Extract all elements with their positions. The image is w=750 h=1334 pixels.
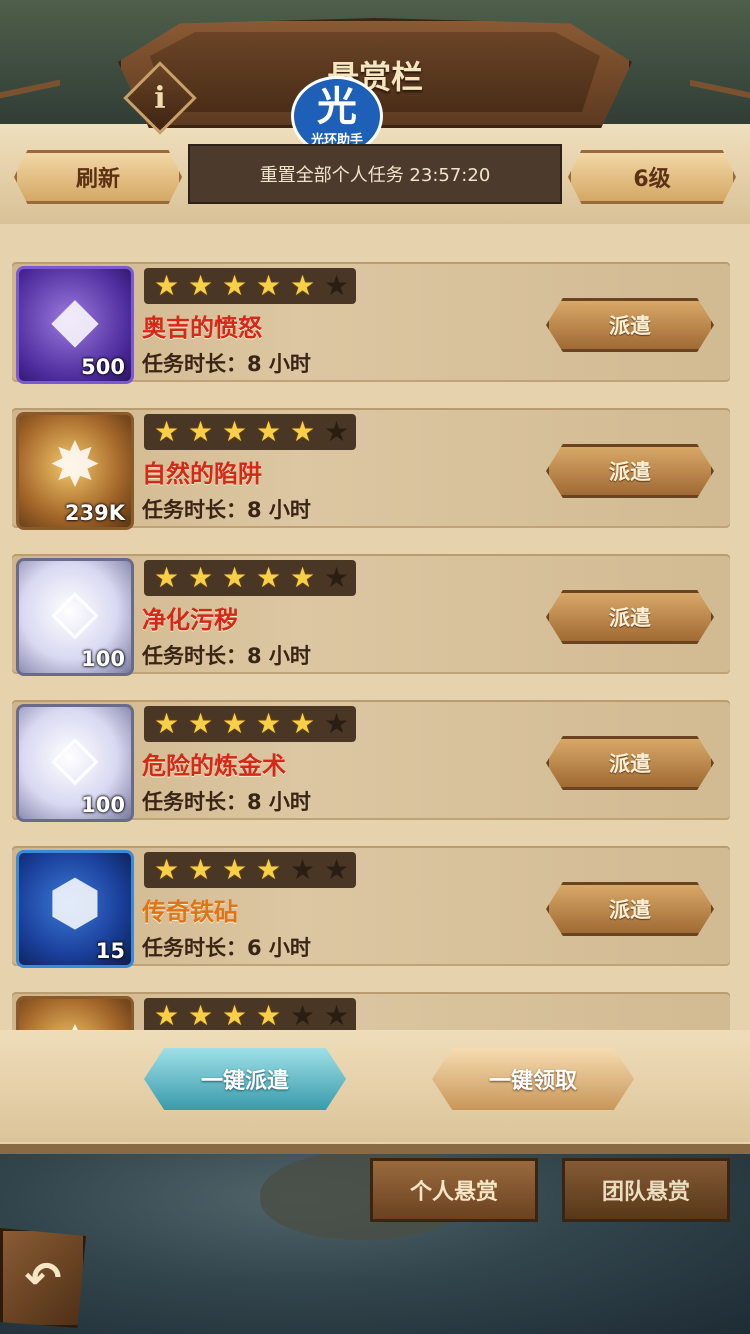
diamond-icon[interactable]: ◇ 100 [16, 558, 134, 676]
back-button[interactable]: ↶ [0, 1228, 86, 1328]
star-rating: ★ ★ ★ ★ ★ ★ [144, 852, 356, 888]
star-rating: ★ ★ ★ ★ ★ ★ [144, 706, 356, 742]
task-row: ⬢ 15 ★ ★ ★ ★ ★ ★ 传奇铁砧 任务时长：6 小时 派遣 [12, 846, 730, 968]
star-filled-icon: ★ [187, 269, 214, 302]
star-empty-icon: ★ [289, 853, 316, 886]
star-filled-icon: ★ [153, 561, 180, 594]
task-duration: 任务时长：8 小时 [142, 644, 311, 668]
star-filled-icon: ★ [187, 415, 214, 448]
reward-glyph: ◇ [51, 574, 99, 647]
star-filled-icon: ★ [187, 707, 214, 740]
gold-coin-icon[interactable]: ✸ [16, 996, 134, 1030]
star-empty-icon: ★ [323, 269, 350, 302]
star-empty-icon: ★ [289, 999, 316, 1031]
star-filled-icon: ★ [255, 999, 282, 1031]
star-filled-icon: ★ [153, 999, 180, 1031]
star-filled-icon: ★ [221, 561, 248, 594]
task-row: ✸★★★★★★ [12, 992, 730, 1030]
reward-quantity: 15 [95, 939, 125, 963]
star-empty-icon: ★ [323, 415, 350, 448]
page-title: 悬赏栏 [326, 58, 423, 96]
star-empty-icon: ★ [323, 853, 350, 886]
task-row: ✸ 239K ★ ★ ★ ★ ★ ★ 自然的陷阱 任务时长：8 小时 派遣 [12, 408, 730, 530]
star-filled-icon: ★ [255, 853, 282, 886]
reset-timer: 重置全部个人任务 23:57:20 [188, 144, 562, 204]
task-duration: 任务时长：8 小时 [142, 498, 311, 522]
dispatch-button[interactable]: 派遣 [546, 882, 714, 936]
star-rating: ★ ★ ★ ★ ★ ★ [144, 414, 356, 450]
refresh-button[interactable]: 刷新 [14, 150, 182, 204]
dispatch-button[interactable]: 派遣 [546, 444, 714, 498]
task-row: ◇ 100 ★ ★ ★ ★ ★ ★ 净化污秽 任务时长：8 小时 派遣 [12, 554, 730, 676]
task-list[interactable]: ◆ 500 ★ ★ ★ ★ ★ ★ 奥吉的愤怒 任务时长：8 小时 派遣 ✸ 239K ★ ★ ★ ★ ★ ★ 自然的… [0, 262, 750, 1030]
reward-glyph: ◆ [51, 282, 99, 355]
star-filled-icon: ★ [221, 853, 248, 886]
claim-all-button[interactable]: 一键领取 [432, 1048, 634, 1110]
star-filled-icon: ★ [221, 999, 248, 1031]
info-icon: i [154, 80, 166, 116]
task-name: 净化污秽 [142, 606, 238, 634]
hero-shard-icon[interactable]: ⬢ 15 [16, 850, 134, 968]
task-row: ◆ 500 ★ ★ ★ ★ ★ ★ 奥吉的愤怒 任务时长：8 小时 派遣 [12, 262, 730, 384]
star-filled-icon: ★ [221, 707, 248, 740]
tab-personal-bounty[interactable]: 个人悬赏 [370, 1158, 538, 1222]
star-filled-icon: ★ [289, 415, 316, 448]
dispatch-button[interactable]: 派遣 [546, 736, 714, 790]
star-filled-icon: ★ [153, 269, 180, 302]
task-duration: 任务时长：8 小时 [142, 352, 311, 376]
reward-quantity: 239K [64, 501, 125, 525]
dispatch-button[interactable]: 派遣 [546, 298, 714, 352]
star-rating: ★ ★ ★ ★ ★ ★ [144, 268, 356, 304]
star-filled-icon: ★ [187, 853, 214, 886]
star-filled-icon: ★ [153, 853, 180, 886]
diamond-icon[interactable]: ◇ 100 [16, 704, 134, 822]
star-empty-icon: ★ [323, 561, 350, 594]
task-row: ◇ 100 ★ ★ ★ ★ ★ ★ 危险的炼金术 任务时长：8 小时 派遣 [12, 700, 730, 822]
star-filled-icon: ★ [187, 999, 214, 1031]
star-filled-icon: ★ [153, 415, 180, 448]
task-duration: 任务时长：8 小时 [142, 790, 311, 814]
task-duration: 任务时长：6 小时 [142, 936, 311, 960]
task-name: 危险的炼金术 [142, 752, 286, 780]
star-filled-icon: ★ [289, 561, 316, 594]
star-filled-icon: ★ [221, 269, 248, 302]
back-arrow-icon: ↶ [24, 1252, 62, 1304]
star-filled-icon: ★ [289, 269, 316, 302]
star-filled-icon: ★ [289, 707, 316, 740]
reward-quantity: 500 [81, 355, 125, 379]
star-filled-icon: ★ [255, 415, 282, 448]
star-filled-icon: ★ [187, 561, 214, 594]
reward-glyph: ✸ [49, 428, 101, 501]
level-badge[interactable]: 6级 [568, 150, 736, 204]
task-name: 奥吉的愤怒 [142, 314, 262, 342]
reward-glyph: ✸ [19, 1009, 131, 1030]
reward-quantity: 100 [81, 793, 125, 817]
reward-glyph: ⬢ [47, 866, 103, 939]
star-rating: ★ ★ ★ ★ ★ ★ [144, 560, 356, 596]
watermark-glyph: 光 [317, 83, 357, 130]
action-bar [0, 1030, 750, 1142]
tab-team-bounty[interactable]: 团队悬赏 [562, 1158, 730, 1222]
crystal-ore-icon[interactable]: ◆ 500 [16, 266, 134, 384]
gold-coin-icon[interactable]: ✸ 239K [16, 412, 134, 530]
reward-glyph: ◇ [51, 720, 99, 793]
star-filled-icon: ★ [255, 561, 282, 594]
star-filled-icon: ★ [255, 707, 282, 740]
task-name: 自然的陷阱 [142, 460, 262, 488]
star-rating: ★ ★ ★ ★ ★ ★ [144, 998, 356, 1030]
star-filled-icon: ★ [153, 707, 180, 740]
star-filled-icon: ★ [221, 415, 248, 448]
star-empty-icon: ★ [323, 999, 350, 1031]
dispatch-button[interactable]: 派遣 [546, 590, 714, 644]
star-empty-icon: ★ [323, 707, 350, 740]
star-filled-icon: ★ [255, 269, 282, 302]
reward-quantity: 100 [81, 647, 125, 671]
task-name: 传奇铁砧 [142, 898, 238, 926]
dispatch-all-button[interactable]: 一键派遣 [144, 1048, 346, 1110]
